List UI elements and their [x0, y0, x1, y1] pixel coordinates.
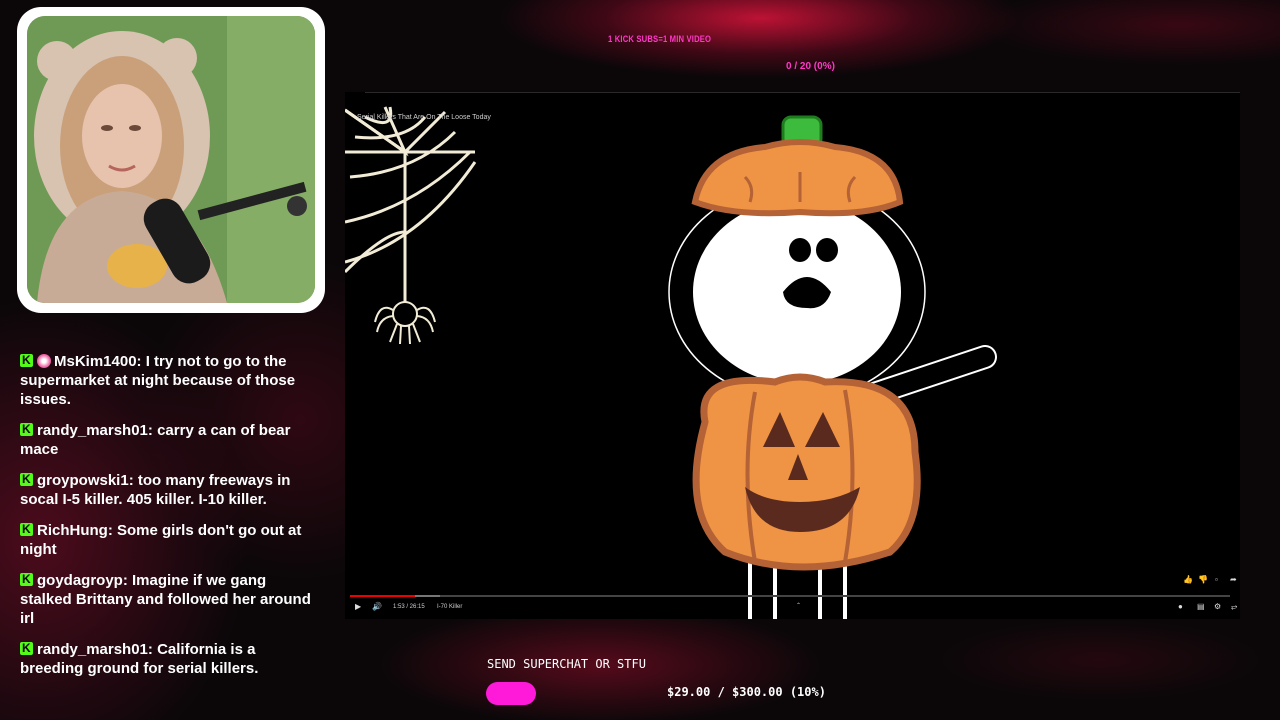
time-display: 1:53 / 26:15	[393, 604, 425, 610]
superchat-goal-amount: $29.00 / $300.00 (10%)	[667, 685, 826, 699]
played-indicator	[350, 595, 416, 597]
chat-username: RichHung	[37, 522, 108, 539]
kick-icon	[20, 351, 33, 370]
kick-icon	[20, 470, 33, 489]
video-progress-bar[interactable]	[350, 595, 1230, 597]
chapter-label[interactable]: I-70 Killer	[437, 604, 462, 610]
comment-icon[interactable]: ▫	[1215, 575, 1218, 584]
share-icon[interactable]: ➦	[1230, 575, 1237, 584]
chat-message: RichHung: Some girls don't go out at nig…	[20, 520, 320, 559]
like-icon[interactable]: 👍	[1183, 575, 1193, 584]
video-player[interactable]: Serial Killers That Are On The Loose Tod…	[345, 92, 1240, 619]
kick-icon	[20, 520, 33, 539]
chevron-up-icon[interactable]: ⌃	[796, 602, 801, 609]
video-frame	[345, 106, 997, 619]
chat-message: MsKim1400: I try not to go to the superm…	[20, 351, 320, 409]
autoplay-toggle[interactable]: ●	[1178, 602, 1183, 611]
superchat-goal-label: SEND SUPERCHAT OR STFU	[487, 657, 646, 671]
settings-gear-icon[interactable]: ⚙	[1214, 602, 1221, 611]
chat-message: goydagroyp: Imagine if we gang stalked B…	[20, 570, 320, 628]
chat-message: randy_marsh01: California is a breeding …	[20, 639, 320, 678]
chat-feed: MsKim1400: I try not to go to the superm…	[20, 351, 320, 690]
webcam-feed	[27, 16, 315, 303]
kick-icon	[20, 639, 33, 658]
subscriber-badge-icon	[37, 354, 51, 368]
chat-message: randy_marsh01: carry a can of bear mace	[20, 420, 320, 459]
kick-icon	[20, 420, 33, 439]
subs-goal-banner: 1 KICK SUBS=1 MIN VIDEO	[608, 34, 712, 44]
chat-username: MsKim1400	[54, 353, 137, 370]
subtitles-icon[interactable]: ▤	[1197, 602, 1205, 611]
chat-message: groypowski1: too many freeways in socal …	[20, 470, 320, 509]
webcam-frame	[17, 7, 325, 313]
chat-username: groypowski1	[37, 472, 129, 489]
kick-icon	[20, 570, 33, 589]
chat-username: randy_marsh01	[37, 422, 148, 439]
spider-icon	[374, 301, 436, 345]
video-title: Serial Killers That Are On The Loose Tod…	[357, 114, 491, 121]
chat-username: goydagroyp	[37, 572, 123, 589]
subs-goal-progress: 0 / 20 (0%)	[786, 61, 835, 72]
superchat-progress-bar	[486, 682, 536, 705]
play-icon[interactable]: ▶	[355, 602, 361, 611]
spider-web-icon	[345, 106, 477, 302]
volume-icon[interactable]: 🔊	[372, 602, 382, 611]
fullscreen-exit-icon[interactable]: ⥂	[1231, 602, 1237, 612]
chat-username: randy_marsh01	[37, 641, 148, 658]
pumpkin-costume-character	[668, 115, 997, 619]
dislike-icon[interactable]: 👎	[1198, 575, 1208, 584]
